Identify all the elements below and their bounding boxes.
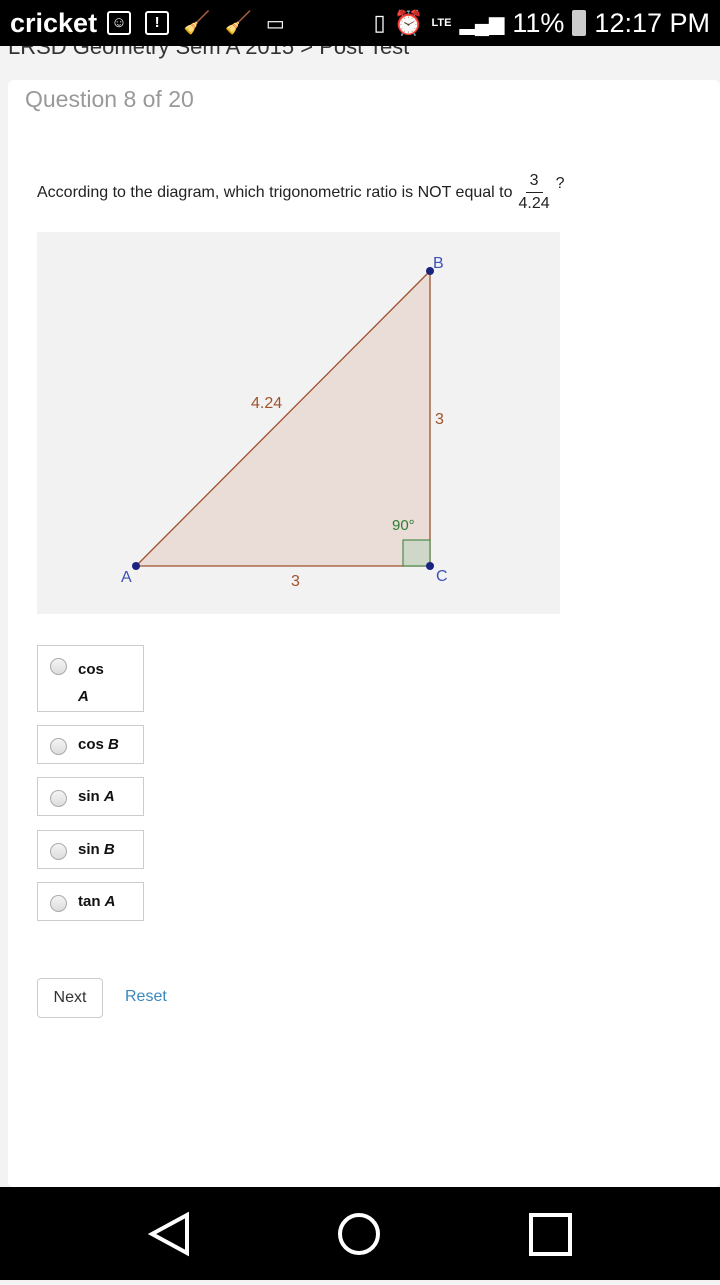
- clock: 12:17 PM: [594, 7, 710, 38]
- radio-button[interactable]: [50, 738, 67, 755]
- cleaner-icon: 🧹: [224, 10, 252, 35]
- option-label: tan A: [78, 893, 116, 910]
- vibrate-icon: ▯: [373, 10, 386, 35]
- label-bc: 3: [435, 411, 444, 428]
- option-label: sin B: [78, 841, 115, 858]
- battery-percent: 11%: [512, 7, 565, 38]
- prompt-suffix: ?: [555, 174, 565, 192]
- home-icon[interactable]: [338, 1213, 380, 1255]
- question-number: Question 8 of 20: [25, 86, 194, 112]
- label-c: C: [436, 568, 448, 585]
- voicemail-icon: ▭: [265, 12, 285, 35]
- triangle-svg: A B C 4.24 3 3 90°: [121, 255, 448, 590]
- recents-icon[interactable]: [529, 1213, 572, 1256]
- radio-button[interactable]: [50, 895, 67, 912]
- label-ac: 3: [291, 573, 300, 590]
- cleaner-icon: 🧹: [183, 10, 211, 35]
- radio-button[interactable]: [50, 790, 67, 807]
- option-cos-b[interactable]: cos B: [37, 725, 144, 764]
- point-a: [132, 562, 140, 570]
- signal-icon: ▂▄▆: [459, 12, 505, 35]
- fraction-numerator: 3: [525, 172, 543, 193]
- right-angle-marker: [402, 539, 431, 567]
- battery-icon: [572, 10, 587, 36]
- option-sin-a[interactable]: sin A: [37, 777, 144, 816]
- label-b: B: [433, 255, 444, 272]
- navigation-bar: [0, 1187, 720, 1280]
- option-cos-a[interactable]: cos A: [37, 645, 144, 712]
- label-angle-c: 90°: [392, 517, 415, 534]
- triangle-diagram: A B C 4.24 3 3 90°: [37, 232, 560, 614]
- back-icon[interactable]: [147, 1211, 189, 1257]
- messenger-icon: ☺: [107, 11, 132, 35]
- label-a: A: [121, 569, 132, 586]
- option-label: sin A: [78, 788, 115, 805]
- fraction-denominator: 4.24: [518, 195, 550, 212]
- option-label: cos A: [78, 661, 104, 705]
- prompt-text: According to the diagram, which trigonom…: [37, 183, 513, 201]
- radio-button[interactable]: [50, 843, 67, 860]
- fraction: 3 4.24: [518, 172, 549, 213]
- option-sin-b[interactable]: sin B: [37, 830, 144, 869]
- status-bar: cricket ☺ ! 🧹 🧹 ▭ ▯ ⏰ LTE ▂▄▆ 11% 12:17 …: [0, 0, 720, 46]
- lte-label: LTE: [431, 17, 452, 29]
- radio-button[interactable]: [50, 658, 67, 675]
- triangle: [134, 269, 431, 567]
- question-prompt: According to the diagram, which trigonom…: [37, 172, 565, 213]
- label-hypotenuse: 4.24: [251, 395, 282, 412]
- point-c: [426, 562, 434, 570]
- carrier-name: cricket: [10, 7, 98, 38]
- alarm-icon: ⏰: [393, 9, 424, 37]
- next-button[interactable]: Next: [37, 978, 103, 1018]
- question-card: Question 8 of 20 According to the diagra…: [8, 80, 720, 1187]
- option-tan-a[interactable]: tan A: [37, 882, 144, 921]
- option-label: cos B: [78, 736, 119, 753]
- reset-link[interactable]: Reset: [125, 988, 167, 1006]
- alert-icon: !: [145, 11, 170, 35]
